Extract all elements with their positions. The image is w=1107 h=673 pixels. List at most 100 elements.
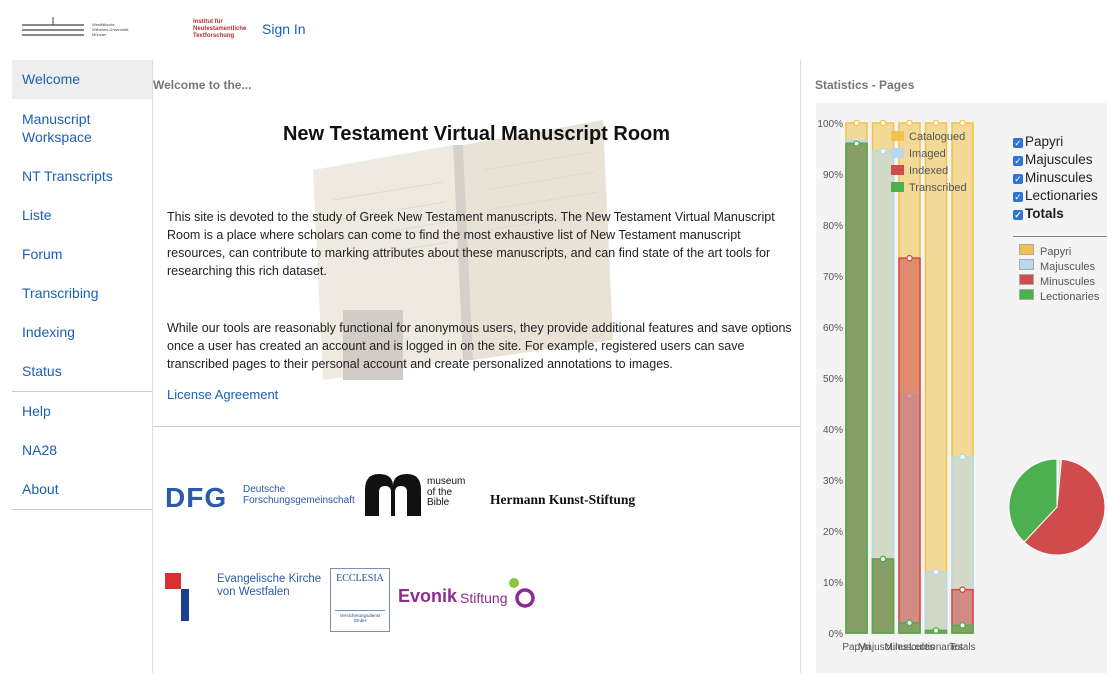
legend-label: Imaged	[909, 148, 946, 160]
wwu-line-3: Münster	[92, 32, 107, 37]
dfg-line-2: Forschungsgemeinschaft	[243, 495, 355, 506]
bar-point	[932, 568, 940, 576]
legend-swatch	[1019, 259, 1034, 270]
ekvw-logo[interactable]: Evangelische Kirche von Westfalen	[165, 570, 325, 630]
sidebar-bottom-divider	[12, 509, 152, 510]
welcome-section-title: Welcome to the...	[153, 78, 252, 92]
sidebar-item-transcribing[interactable]: Transcribing	[12, 274, 152, 313]
ecclesia-logo[interactable]: ECCLESIA Versicherungsdienst GmbH	[330, 568, 390, 632]
stats-title: Statistics - Pages	[815, 78, 915, 92]
checkbox-check-icon: ✓	[1013, 210, 1023, 220]
legend-swatch	[891, 148, 904, 158]
dfg-logo[interactable]: DFG Deutsche Forschungsgemeinschaft	[165, 478, 355, 518]
legend-label: Transcribed	[909, 182, 967, 194]
checkbox-label: Papyri	[1025, 134, 1064, 149]
checkbox-minuscules[interactable]: ✓ Minuscules	[1013, 169, 1098, 187]
sign-in-link[interactable]: Sign In	[262, 21, 306, 37]
bar-point	[879, 119, 887, 127]
pages-bar-chart[interactable]: 0%10%20%30%40%50%60%70%80%90%100%PapyriM…	[801, 103, 1001, 673]
pie-legend-item: Lectionaries	[1019, 289, 1099, 304]
evonik-stiftung-logo[interactable]: Evonik Stiftung	[398, 576, 548, 616]
stats-panel: Statistics - Pages 0% 10% 20% 30% 40% 50% 60% 7…	[801, 60, 1107, 673]
y-tick-label: 90%	[823, 170, 843, 181]
sidebar-item-forum[interactable]: Forum	[12, 235, 152, 274]
legend-label: Indexed	[909, 165, 948, 177]
license-agreement-link[interactable]: License Agreement	[167, 387, 278, 402]
bar-point	[853, 140, 860, 147]
checkbox-totals[interactable]: ✓ Totals	[1013, 205, 1098, 223]
pie-legend: Papyri Majuscules Minuscules Lectionarie…	[1019, 244, 1099, 304]
bar-transcribed	[845, 142, 868, 634]
sidebar-item-welcome[interactable]: Welcome	[12, 60, 152, 99]
pie-legend-label: Minuscules	[1040, 276, 1096, 288]
sidebar-nav: Welcome Manuscript Workspace NT Transcri…	[12, 60, 152, 509]
institute-line-2: Neutestamentliche	[193, 26, 247, 32]
bar-imaged	[924, 571, 948, 634]
checkbox-lectionaries[interactable]: ✓ Lectionaries	[1013, 187, 1098, 205]
y-tick-label: 50%	[823, 374, 843, 385]
y-tick-label: 30%	[823, 476, 843, 487]
sidebar-item-help[interactable]: Help	[12, 392, 152, 431]
bar-catalogued	[924, 122, 948, 634]
bar-point	[853, 119, 860, 127]
hermann-kunst-stiftung-logo[interactable]: Hermann Kunst-Stiftung	[490, 492, 635, 508]
checkbox-papyri[interactable]: ✓ Papyri	[1013, 133, 1098, 151]
dfg-text: Deutsche Forschungsgemeinschaft	[243, 484, 355, 506]
sidebar-item-about[interactable]: About	[12, 470, 152, 509]
checkbox-label: Minuscules	[1025, 170, 1093, 185]
y-tick-label: 70%	[823, 272, 843, 283]
institute-logo[interactable]: Institut für Neutestamentliche Textforsc…	[193, 19, 246, 40]
ecclesia-subtext: Versicherungsdienst GmbH	[331, 613, 389, 623]
legend-swatch	[1019, 244, 1034, 255]
ekvw-cross-icon	[165, 573, 189, 621]
pie-legend-label: Majuscules	[1040, 261, 1096, 273]
series-checkbox-list: ✓ Papyri ✓ Majuscules ✓ Minuscules ✓ Lection…	[1013, 133, 1098, 223]
checkbox-check-icon: ✓	[1013, 192, 1023, 202]
museum-of-the-bible-logo[interactable]: museum of the Bible	[363, 472, 483, 522]
legend-swatch	[1019, 289, 1034, 300]
header: Westfälische Wilhelms-Universität Münste…	[0, 0, 1107, 58]
main-content: Welcome to the... New Testament Virtual …	[153, 60, 800, 673]
y-tick-label: 60%	[823, 323, 843, 334]
bar-point	[906, 119, 913, 127]
bar-point	[959, 453, 966, 461]
legend-label: Catalogued	[909, 131, 965, 143]
y-tick-label: 100%	[817, 119, 843, 130]
legend-swatch	[1019, 274, 1034, 285]
wwu-logo[interactable]: Westfälische Wilhelms-Universität Münste…	[22, 15, 152, 39]
checkbox-label: Totals	[1025, 206, 1064, 221]
checkbox-check-icon: ✓	[1013, 174, 1023, 184]
bar-point	[959, 586, 966, 593]
pie-legend-label: Lectionaries	[1040, 291, 1100, 303]
y-tick-label: 80%	[823, 221, 843, 232]
y-tick-label: 40%	[823, 425, 843, 436]
bar-point	[959, 622, 966, 629]
sidebar-item-indexing[interactable]: Indexing	[12, 313, 152, 352]
stiftung-wordmark: Stiftung	[460, 590, 508, 606]
museum-line-3: Bible	[427, 497, 450, 508]
bar-indexed	[898, 257, 921, 634]
sidebar-item-nt-transcripts[interactable]: NT Transcripts	[12, 157, 152, 196]
checkbox-check-icon: ✓	[1013, 156, 1023, 166]
checkbox-label: Majuscules	[1025, 152, 1093, 167]
ekvw-line-2: von Westfalen	[217, 586, 290, 598]
sidebar-item-liste[interactable]: Liste	[12, 196, 152, 235]
legend-swatch	[891, 165, 904, 175]
checkbox-check-icon: ✓	[1013, 138, 1023, 148]
checkbox-majuscules[interactable]: ✓ Majuscules	[1013, 151, 1098, 169]
y-tick-label: 20%	[823, 527, 843, 538]
museum-text: museum of the Bible	[427, 476, 466, 509]
pie-chart[interactable]	[1007, 457, 1107, 557]
institute-line-3: Textforschung	[193, 33, 235, 39]
pie-legend-item: Minuscules	[1019, 274, 1099, 289]
institute-line-1: Institut für	[193, 19, 223, 25]
sidebar-item-na28[interactable]: NA28	[12, 431, 152, 470]
bar-point	[906, 254, 913, 262]
dfg-mark: DFG	[165, 482, 228, 513]
museum-line-1: museum	[427, 476, 466, 487]
sidebar-item-status[interactable]: Status	[12, 352, 152, 391]
sidebar-item-manuscript-workspace[interactable]: Manuscript Workspace	[12, 99, 122, 157]
intro-paragraph: This site is devoted to the study of Gre…	[167, 210, 775, 278]
page-title: New Testament Virtual Manuscript Room	[282, 123, 671, 145]
content-divider	[153, 426, 800, 427]
